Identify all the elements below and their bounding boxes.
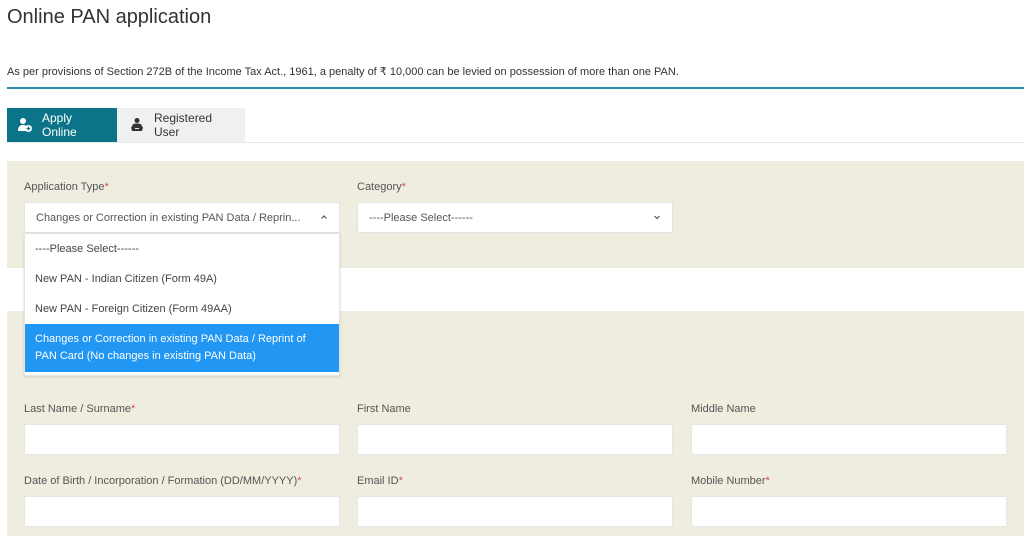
first-name-label: First Name [357, 403, 411, 415]
mobile-input[interactable] [691, 496, 1007, 527]
dob-label: Date of Birth / Incorporation / Formatio… [24, 475, 302, 487]
penalty-notice: As per provisions of Section 272B of the… [7, 66, 679, 78]
tab-apply-online[interactable]: Apply Online [7, 108, 117, 142]
application-type-value: Changes or Correction in existing PAN Da… [36, 211, 301, 224]
tab-registered-user-label: Registered User [154, 111, 213, 139]
application-type-label: Application Type* [24, 181, 109, 193]
tab-registered-user[interactable]: Registered User [117, 108, 245, 142]
option-changes-correction[interactable]: Changes or Correction in existing PAN Da… [25, 324, 339, 372]
email-label: Email ID* [357, 475, 403, 487]
tab-bar: Apply Online Registered User [7, 108, 245, 142]
category-value: ----Please Select------ [369, 211, 473, 224]
option-new-pan-foreign[interactable]: New PAN - Foreign Citizen (Form 49AA) [25, 294, 339, 324]
chevron-up-icon [321, 215, 327, 219]
application-type-dropdown: ----Please Select------ New PAN - Indian… [24, 233, 340, 376]
category-select[interactable]: ----Please Select------ [357, 202, 673, 233]
middle-name-input[interactable] [691, 424, 1007, 455]
last-name-input[interactable] [24, 424, 340, 455]
tab-apply-online-label: Apply Online [42, 111, 77, 139]
middle-name-label: Middle Name [691, 403, 756, 415]
application-type-select[interactable]: Changes or Correction in existing PAN Da… [24, 202, 340, 233]
registered-user-icon [129, 117, 145, 133]
email-input[interactable] [357, 496, 673, 527]
category-label: Category* [357, 181, 406, 193]
page-title: Online PAN application [7, 6, 212, 28]
option-new-pan-indian[interactable]: New PAN - Indian Citizen (Form 49A) [25, 264, 339, 294]
first-name-input[interactable] [357, 424, 673, 455]
option-please-select[interactable]: ----Please Select------ [25, 234, 339, 264]
chevron-down-icon [654, 215, 660, 220]
mobile-label: Mobile Number* [691, 475, 770, 487]
tabs-divider [7, 142, 1024, 143]
last-name-label: Last Name / Surname* [24, 403, 136, 415]
divider [7, 87, 1024, 89]
user-plus-icon [17, 117, 33, 133]
dob-input[interactable] [24, 496, 340, 527]
